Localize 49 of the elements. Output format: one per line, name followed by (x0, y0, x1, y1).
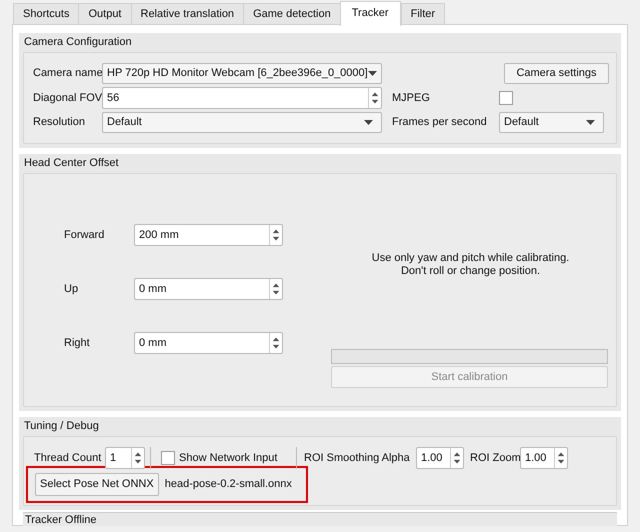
spin-arrows-icon (269, 333, 282, 353)
section-title: Head Center Offset (23, 156, 120, 171)
field-label: Camera name (33, 66, 102, 82)
field-label: Diagonal FOV (33, 90, 102, 106)
section-title: Camera Configuration (23, 35, 133, 50)
offset-spinbox[interactable]: 200 mm (134, 224, 283, 246)
field-label: ROI Zoom (470, 450, 520, 466)
tab[interactable]: Game detection (243, 3, 340, 25)
status-bar: Tracker Offline (23, 512, 617, 526)
field-label: Resolution (33, 115, 86, 130)
tab[interactable]: Tracker (340, 1, 401, 26)
field-label: MJPEG (392, 90, 431, 106)
field-label: ROI Smoothing Alpha (304, 450, 411, 466)
instruction-text: Don't roll or change position. (400, 265, 542, 278)
field-label: Forward (64, 228, 106, 243)
dropdown-arrow-icon (364, 120, 373, 125)
zoom-spinbox[interactable]: 1.00 (520, 447, 568, 469)
field-label: Frames per second (392, 115, 488, 130)
tab[interactable]: Filter (400, 3, 446, 25)
offset-spinbox[interactable]: 0 mm (134, 332, 283, 354)
tab[interactable]: Relative translation (130, 3, 244, 25)
checkbox[interactable] (499, 91, 513, 105)
field-label: Show Network Input (179, 450, 278, 466)
fps-dropdown[interactable]: Default (499, 112, 604, 133)
spin-arrows-icon (450, 448, 463, 468)
field-label: Up (64, 282, 80, 297)
tab[interactable]: Shortcuts (13, 3, 78, 25)
camera-settings-button[interactable]: Camera settings (504, 63, 609, 84)
field-label: Thread Count (34, 450, 102, 466)
dropdown-arrow-icon (368, 71, 377, 76)
resolution-dropdown[interactable]: Default (102, 112, 382, 133)
offset-spinbox[interactable]: 0 mm (134, 278, 283, 300)
checkbox[interactable] (161, 451, 175, 465)
camera-dropdown[interactable]: HP 720p HD Monitor Webcam [6_2bee396e_0_0000] (102, 63, 382, 84)
thread-spinbox[interactable]: 1 (105, 447, 145, 469)
tab[interactable]: Output (78, 3, 130, 25)
spin-arrows-icon (269, 225, 282, 245)
alpha-spinbox[interactable]: 1.00 (416, 447, 464, 469)
spin-arrows-icon (131, 448, 144, 468)
spin-arrows-icon (368, 88, 381, 108)
instruction-text: Use only yaw and pitch while calibrating. (370, 252, 570, 265)
spin-arrows-icon (554, 448, 567, 468)
fov-spinbox[interactable]: 56 (102, 87, 382, 109)
dropdown-arrow-icon (586, 120, 595, 125)
field-label: Right (64, 336, 91, 351)
select-model-button[interactable]: Select Pose Net ONNX (35, 473, 159, 496)
spin-arrows-icon (269, 279, 282, 299)
section-title: Tuning / Debug (23, 419, 100, 434)
model-file-name: head-pose-0.2-small.onnx (164, 477, 292, 492)
